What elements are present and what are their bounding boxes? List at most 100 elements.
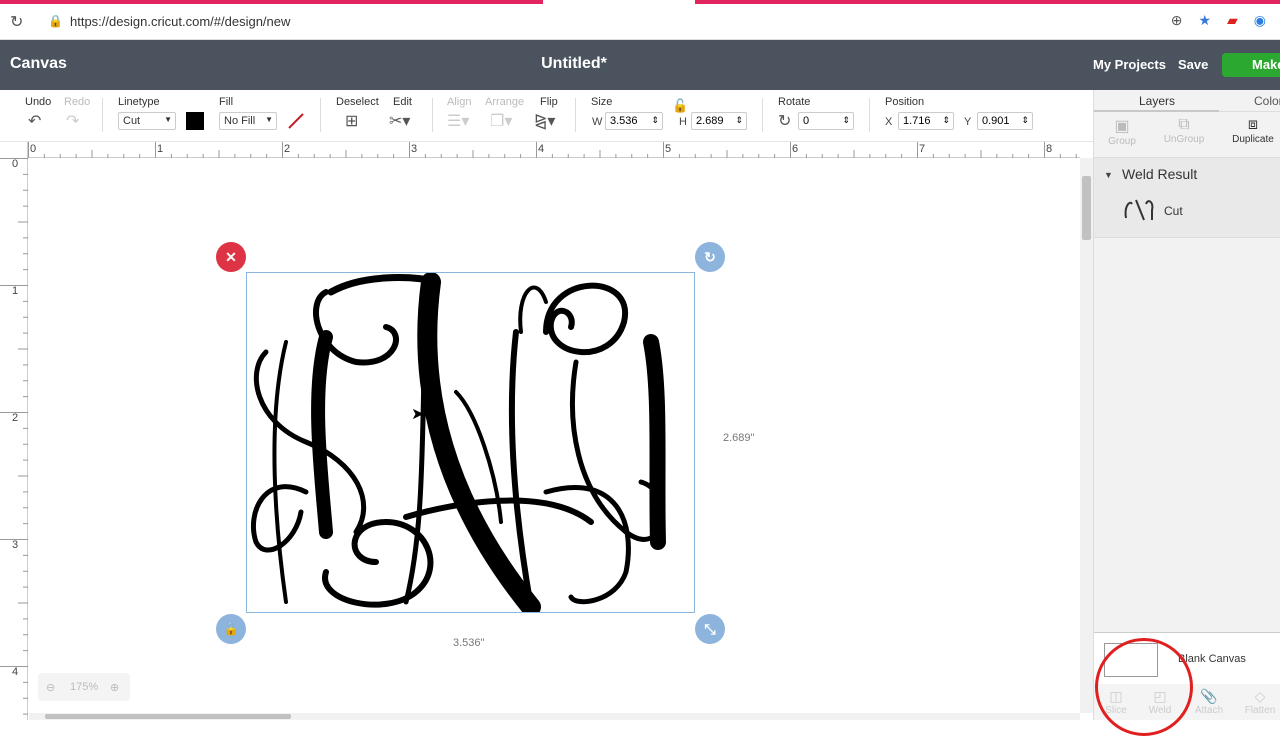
app-header: Canvas Untitled* My Projects Save Make bbox=[0, 40, 1280, 90]
make-button[interactable]: Make bbox=[1222, 53, 1280, 77]
blank-canvas-label: Blank Canvas bbox=[1178, 653, 1246, 665]
stepper-icon: ⇕ bbox=[735, 115, 743, 125]
vertical-scrollbar[interactable] bbox=[1080, 158, 1093, 713]
flatten-icon: ◇ bbox=[1254, 688, 1266, 704]
redo-icon[interactable]: ↷ bbox=[66, 111, 79, 131]
save-button[interactable]: Save bbox=[1178, 57, 1208, 72]
x-input[interactable]: 1.716 ⇕ bbox=[898, 112, 954, 130]
attach-button[interactable]: 📎 Attach bbox=[1189, 688, 1229, 716]
ruler-label: 4 bbox=[12, 666, 19, 678]
rotate-label: Rotate bbox=[778, 96, 811, 108]
my-projects-link[interactable]: My Projects bbox=[1093, 57, 1166, 72]
rotate-handle-icon[interactable]: ↻ bbox=[695, 242, 725, 272]
ruler-label: 7 bbox=[919, 143, 926, 155]
group-label: Group bbox=[1108, 136, 1136, 147]
width-value: 3.536 bbox=[610, 115, 638, 127]
undo-label: Undo bbox=[25, 96, 52, 108]
scroll-thumb[interactable] bbox=[45, 714, 291, 719]
align-label: Align bbox=[447, 96, 472, 108]
duplicate-button[interactable]: ⧈ Duplicate bbox=[1228, 116, 1278, 145]
layer-item-label: Cut bbox=[1164, 204, 1183, 218]
edit-label: Edit bbox=[393, 96, 412, 108]
duplicate-label: Duplicate bbox=[1232, 134, 1274, 145]
stepper-icon: ⇕ bbox=[842, 115, 850, 125]
y-input[interactable]: 0.901 ⇕ bbox=[977, 112, 1033, 130]
group-button[interactable]: ▣ Group bbox=[1097, 116, 1147, 147]
toolbar-divider bbox=[762, 98, 763, 132]
toolbar-divider bbox=[102, 98, 103, 132]
toolbar-divider bbox=[869, 98, 870, 132]
reload-icon[interactable]: ↻ bbox=[10, 12, 23, 32]
tab-layers[interactable]: Layers bbox=[1139, 94, 1175, 108]
undo-group: Undo bbox=[25, 96, 51, 110]
star-icon[interactable]: ★ bbox=[1198, 12, 1211, 29]
profile-icon[interactable]: ◉ bbox=[1254, 12, 1266, 29]
layers-panel: Layers Color ▣ Group ⧉ UnGroup ⧈ Duplicate … bbox=[1093, 90, 1280, 720]
panel-tabs: Layers Color bbox=[1094, 90, 1280, 112]
ruler-label: 8 bbox=[1046, 143, 1053, 155]
chevron-down-icon: ▼ bbox=[164, 115, 172, 124]
flip-icon[interactable]: ⧎▾ bbox=[534, 111, 555, 131]
flatten-button[interactable]: ◇ Flatten bbox=[1240, 688, 1280, 716]
arrange-icon[interactable]: ❐▾ bbox=[490, 111, 512, 131]
height-input[interactable]: 2.689 ⇕ bbox=[691, 112, 747, 130]
zoom-out-icon[interactable]: ⊖ bbox=[46, 681, 55, 694]
ruler-label: 0 bbox=[12, 158, 19, 170]
align-group: Align bbox=[447, 96, 471, 110]
linetype-color-swatch[interactable] bbox=[186, 112, 204, 130]
ruler-label: 2 bbox=[12, 412, 19, 424]
duplicate-icon: ⧈ bbox=[1247, 116, 1259, 133]
ungroup-button[interactable]: ⧉ UnGroup bbox=[1159, 116, 1209, 145]
arrange-label: Arrange bbox=[485, 96, 525, 108]
stepper-icon: ⇕ bbox=[942, 115, 950, 125]
extension-icon[interactable]: ▰ bbox=[1227, 12, 1238, 29]
width-input[interactable]: 3.536 ⇕ bbox=[605, 112, 663, 130]
lock-handle-icon[interactable]: 🔒 bbox=[216, 614, 246, 644]
selection-box[interactable] bbox=[246, 272, 695, 613]
align-icon[interactable]: ☰▾ bbox=[447, 111, 469, 131]
size-group: Size bbox=[591, 96, 612, 110]
x-value: 1.716 bbox=[903, 115, 931, 127]
height-dimension-label: 2.689" bbox=[723, 432, 755, 444]
scroll-thumb[interactable] bbox=[1082, 176, 1091, 240]
edit-icon[interactable]: ✂▾ bbox=[389, 111, 410, 131]
redo-label: Redo bbox=[64, 96, 91, 108]
fill-value: No Fill bbox=[224, 115, 256, 127]
ruler-label: 4 bbox=[538, 143, 545, 155]
tab-color[interactable]: Color bbox=[1254, 94, 1280, 108]
y-label: Y bbox=[964, 116, 972, 128]
lock-icon[interactable]: 🔓 bbox=[672, 98, 688, 114]
rotate-group: Rotate bbox=[778, 96, 810, 110]
ruler-label: 5 bbox=[665, 143, 672, 155]
rotate-value: 0 bbox=[803, 115, 810, 127]
highlight-circle-annotation bbox=[1095, 638, 1193, 736]
undo-icon[interactable]: ↶ bbox=[28, 111, 41, 131]
fill-select[interactable]: No Fill ▼ bbox=[219, 112, 277, 130]
ruler-label: 3 bbox=[12, 539, 19, 551]
rotate-input[interactable]: 0 ⇕ bbox=[798, 112, 854, 130]
collapse-caret-icon[interactable]: ▼ bbox=[1104, 170, 1113, 180]
ruler-ticks bbox=[0, 158, 28, 715]
ungroup-label: UnGroup bbox=[1163, 134, 1205, 145]
document-title[interactable]: Untitled* bbox=[0, 55, 1148, 73]
attach-icon: 📎 bbox=[1200, 688, 1218, 704]
linetype-select[interactable]: Cut ▼ bbox=[118, 112, 176, 130]
flatten-label: Flatten bbox=[1244, 705, 1276, 716]
layer-group-weld-result[interactable]: ▼ Weld Result Cut bbox=[1094, 158, 1280, 238]
ruler-label: 3 bbox=[411, 143, 418, 155]
rotate-icon: ↻ bbox=[778, 113, 792, 130]
no-fill-icon[interactable] bbox=[287, 112, 305, 130]
deselect-icon[interactable]: ⊞ bbox=[345, 111, 358, 131]
edit-group: Edit bbox=[393, 96, 412, 110]
zoom-in-icon[interactable]: ⊕ bbox=[110, 681, 119, 694]
delete-handle-icon[interactable]: ✕ bbox=[216, 242, 246, 272]
url-text[interactable]: https://design.cricut.com/#/design/new bbox=[70, 14, 290, 29]
flip-label: Flip bbox=[540, 96, 558, 108]
horizontal-scrollbar[interactable] bbox=[29, 713, 1080, 720]
linetype-label: Linetype bbox=[118, 96, 160, 108]
group-icon: ▣ bbox=[1114, 118, 1130, 135]
zoom-icon[interactable]: ⊕ bbox=[1171, 12, 1183, 29]
resize-handle-icon[interactable]: ⤡ bbox=[695, 614, 725, 644]
edit-toolbar: Undo ↶ Redo ↷ Linetype Cut ▼ Fill No Fill… bbox=[0, 90, 1093, 142]
height-value: 2.689 bbox=[696, 115, 724, 127]
